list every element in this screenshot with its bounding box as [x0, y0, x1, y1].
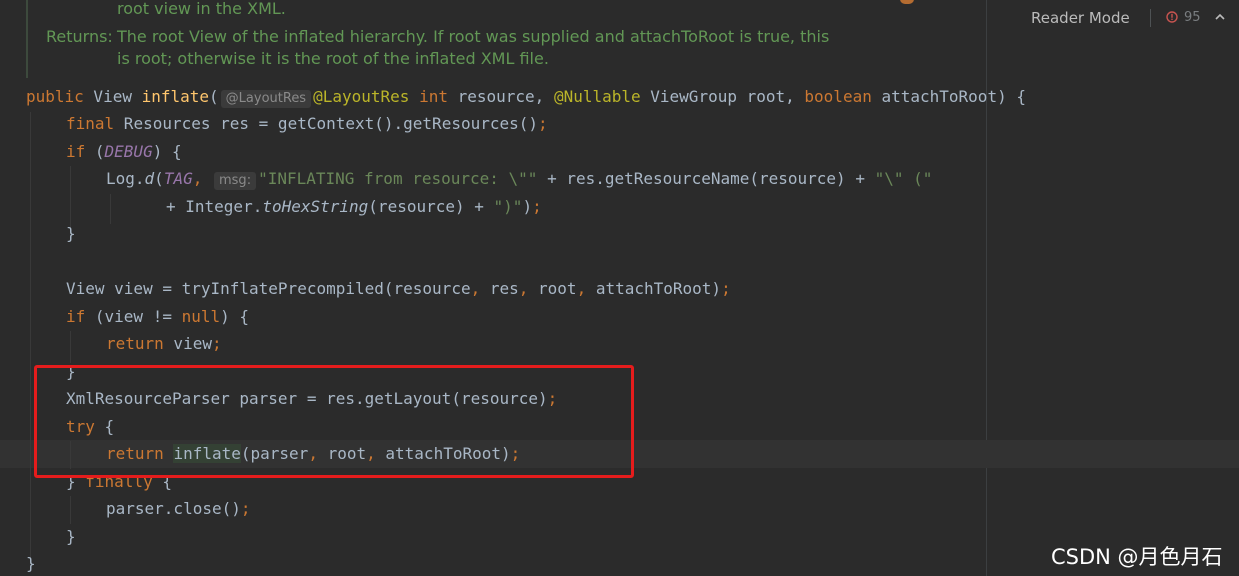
scroll-marker [900, 0, 914, 4]
watermark: CSDN @月色月石 [1051, 545, 1223, 569]
reader-mode-toggle[interactable]: Reader Mode [1031, 9, 1130, 27]
code-line-2: final Resources res = getContext().getRe… [66, 114, 548, 133]
doc-returns-text: The root View of the inflated hierarchy.… [117, 27, 830, 46]
indent-guide [70, 496, 71, 524]
code-line-8: if (view != null) { [66, 307, 250, 326]
code-line-15: parser.close(); [106, 499, 251, 518]
doc-returns-label: Returns: [46, 27, 113, 46]
warning-icon[interactable] [1166, 11, 1178, 23]
javadoc-block: root view in the XML. Returns: The root … [26, 0, 829, 78]
code-line-17: } [26, 554, 36, 573]
indent-guide [70, 166, 71, 228]
warning-count[interactable]: 95 [1184, 10, 1201, 25]
code-line-7: View view = tryInflatePrecompiled(resour… [66, 279, 731, 298]
code-line-5: + Integer.toHexString(resource) + ")"); [166, 197, 542, 216]
code-line-9: return view; [106, 334, 222, 353]
inlay-hint: @LayoutRes [220, 90, 312, 108]
code-line-16: } [66, 527, 76, 546]
code-line-1: public View inflate(@LayoutRes @LayoutRes… [26, 87, 1026, 108]
code-line-4: Log.d(TAG, msg: "INFLATING from resource:… [106, 169, 933, 190]
inlay-hint: msg: [214, 172, 257, 190]
chevron-up-icon[interactable] [1213, 10, 1227, 24]
indent-guide [70, 331, 71, 363]
doc-text: root view in the XML. [117, 0, 286, 18]
code-editor[interactable]: root view in the XML. Returns: The root … [0, 0, 1239, 576]
code-line-6: } [66, 224, 76, 243]
doc-returns-text-cont: is root; otherwise it is the root of the… [117, 49, 549, 68]
toolbar-divider [1150, 9, 1151, 27]
code-line-3: if (DEBUG) { [66, 142, 182, 161]
indent-guide [30, 112, 31, 564]
annotation-highlight-box [34, 365, 634, 478]
indent-guide [110, 194, 111, 224]
